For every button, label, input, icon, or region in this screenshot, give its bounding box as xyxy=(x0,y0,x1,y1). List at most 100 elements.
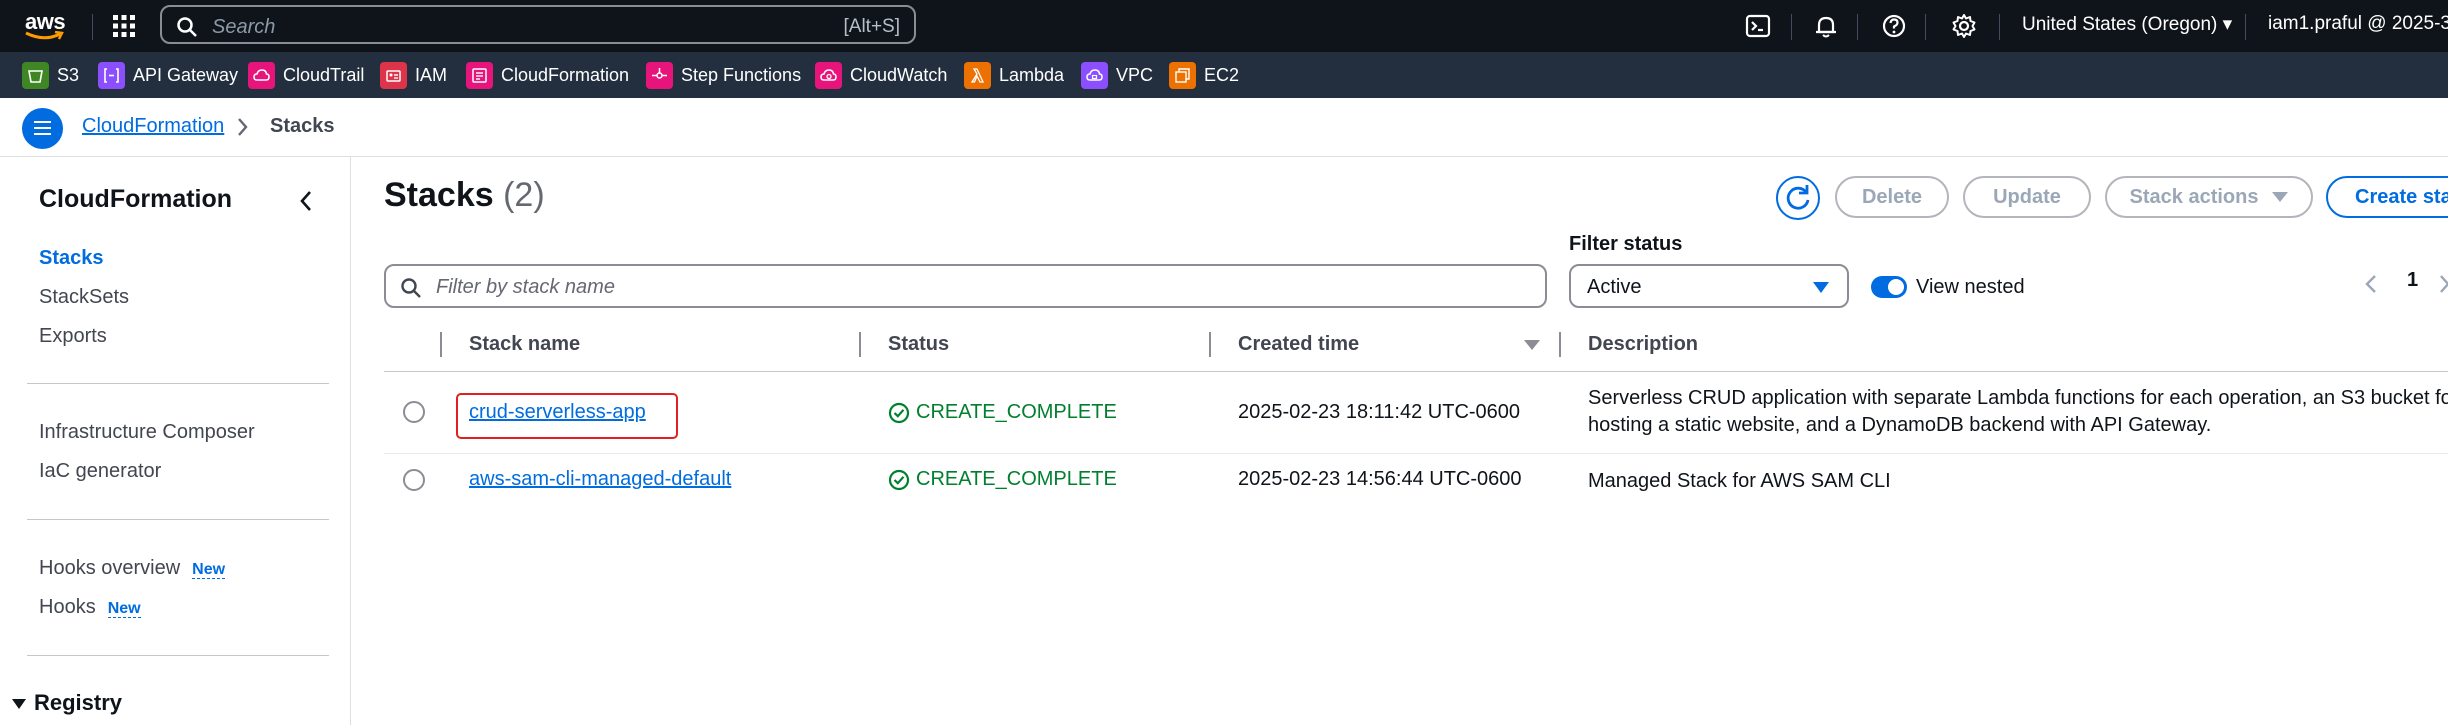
column-header-description[interactable]: Description xyxy=(1588,333,1698,356)
description: Serverless CRUD application with separat… xyxy=(1588,385,2448,439)
stack-actions-button[interactable]: Stack actions xyxy=(2105,176,2313,218)
favorite-api-gateway[interactable]: API Gateway xyxy=(98,60,238,90)
sidebar-item-exports[interactable]: Exports xyxy=(39,325,107,348)
favorite-label: VPC xyxy=(1116,64,1154,85)
status-text: CREATE_COMPLETE xyxy=(916,401,1117,423)
nav-divider xyxy=(1791,14,1792,40)
lambda-icon xyxy=(964,61,991,89)
favorite-label: CloudFormation xyxy=(501,64,630,85)
filter-status-label: Filter status xyxy=(1569,233,1683,255)
view-nested-label: View nested xyxy=(1916,276,2025,298)
refresh-button[interactable] xyxy=(1776,176,1820,220)
registry-label: Registry xyxy=(34,690,123,715)
column-divider xyxy=(1559,332,1561,357)
filter-status-value: Active xyxy=(1587,276,1642,298)
stack-name-link[interactable]: aws-sam-cli-managed-default xyxy=(469,468,731,491)
column-header-stack-name[interactable]: Stack name xyxy=(469,333,580,356)
s3-icon xyxy=(22,61,49,89)
favorite-cloudtrail[interactable]: CloudTrail xyxy=(248,60,364,90)
table-header-border xyxy=(384,371,2448,372)
aws-logo[interactable]: aws xyxy=(22,8,68,42)
filter-by-stack-name-input[interactable]: Filter by stack name xyxy=(384,264,1547,308)
favorite-lambda[interactable]: Lambda xyxy=(964,60,1064,90)
sidebar-item-stacksets[interactable]: StackSets xyxy=(39,286,129,309)
column-header-created-time[interactable]: Created time xyxy=(1238,333,1359,356)
side-nav-title: CloudFormation xyxy=(39,185,233,213)
sidebar-item-label: Hooks overview xyxy=(39,557,181,579)
column-divider xyxy=(1209,332,1211,357)
favorite-ec2[interactable]: EC2 xyxy=(1169,60,1239,90)
sidebar-item-hooks[interactable]: Hooks New xyxy=(39,596,141,619)
favorite-label: Lambda xyxy=(999,64,1065,85)
caret-down-icon xyxy=(2272,192,2289,202)
chevron-left-icon[interactable] xyxy=(298,189,314,213)
sidebar-item-iac-generator[interactable]: IaC generator xyxy=(39,460,161,483)
sidebar-item-stacks[interactable]: Stacks xyxy=(39,247,104,270)
breadcrumb-cloudformation-link[interactable]: CloudFormation xyxy=(82,115,224,138)
cloudshell-icon[interactable] xyxy=(1744,12,1772,40)
favorite-cloudwatch[interactable]: CloudWatch xyxy=(815,60,947,90)
sidebar-item-infrastructure-composer[interactable]: Infrastructure Composer xyxy=(39,421,255,444)
favorites-bar: S3 API Gateway CloudTrail IAM CloudForma… xyxy=(0,52,2448,98)
sidebar-item-hooks-overview[interactable]: Hooks overview New xyxy=(39,557,226,580)
api-gateway-icon xyxy=(98,61,125,89)
update-button[interactable]: Update xyxy=(1963,176,2091,218)
favorite-s3[interactable]: S3 xyxy=(22,60,79,90)
favorite-iam[interactable]: IAM xyxy=(380,60,447,90)
top-navigation: aws Search [Alt+S] United States (Oregon… xyxy=(0,0,2448,52)
favorite-vpc[interactable]: VPC xyxy=(1081,60,1153,90)
column-divider xyxy=(859,332,861,357)
help-icon[interactable] xyxy=(1880,12,1908,40)
stack-actions-label: Stack actions xyxy=(2129,185,2259,208)
divider xyxy=(27,519,329,520)
notifications-bell-icon[interactable] xyxy=(1812,12,1840,40)
update-button-label: Update xyxy=(1993,185,2061,208)
nav-divider xyxy=(1925,14,1926,40)
sidebar-section-registry[interactable]: Registry xyxy=(12,690,122,716)
favorite-step-functions[interactable]: Step Functions xyxy=(646,60,801,90)
created-time: 2025-02-23 18:11:42 UTC-0600 xyxy=(1238,401,1521,423)
create-stack-label: Create stack xyxy=(2355,186,2448,208)
chevron-right-icon[interactable] xyxy=(2440,273,2448,295)
page-title: Stacks (2) xyxy=(384,176,545,215)
global-search-input[interactable]: Search [Alt+S] xyxy=(160,5,916,44)
filter-status-select[interactable]: Active xyxy=(1569,264,1849,308)
description-line: hosting a static website, and a DynamoDB… xyxy=(1588,414,2212,436)
divider xyxy=(27,383,329,384)
favorite-label: S3 xyxy=(57,64,80,85)
new-badge: New xyxy=(192,561,226,579)
vpc-icon xyxy=(1081,61,1108,89)
row-select-radio[interactable] xyxy=(403,469,425,491)
column-header-status[interactable]: Status xyxy=(888,333,949,356)
cloudtrail-icon xyxy=(248,61,275,89)
side-nav-toggle-button[interactable] xyxy=(22,108,63,149)
account-menu[interactable]: iam1.praful @ 2025-33 xyxy=(2268,13,2448,35)
services-grid-icon[interactable] xyxy=(112,14,136,38)
row-select-radio[interactable] xyxy=(403,401,425,423)
pagination-page-1[interactable]: 1 xyxy=(2407,269,2418,292)
column-divider xyxy=(440,332,442,357)
description-line: Managed Stack for AWS SAM CLI xyxy=(1588,470,1891,492)
delete-button-label: Delete xyxy=(1861,185,1923,208)
settings-gear-icon[interactable] xyxy=(1950,12,1978,40)
create-stack-button[interactable]: Create stack xyxy=(2326,176,2448,218)
favorite-label: EC2 xyxy=(1204,64,1240,85)
view-nested-toggle[interactable] xyxy=(1871,276,1907,298)
divider xyxy=(27,655,329,656)
nav-divider xyxy=(2245,14,2246,40)
status-badge: CREATE_COMPLETE xyxy=(888,401,1117,424)
aws-smile-icon xyxy=(25,31,64,40)
toggle-knob xyxy=(1888,279,1904,295)
row-divider xyxy=(384,453,2448,454)
chevron-left-icon[interactable] xyxy=(2364,273,2378,295)
search-icon xyxy=(401,278,421,298)
stack-name-link[interactable]: crud-serverless-app xyxy=(469,401,646,424)
favorite-label: CloudWatch xyxy=(850,64,948,85)
delete-button[interactable]: Delete xyxy=(1835,176,1949,218)
cloudformation-icon xyxy=(466,61,493,89)
region-selector[interactable]: United States (Oregon) ▾ xyxy=(2022,13,2232,36)
sort-descending-icon[interactable] xyxy=(1524,339,1540,351)
status-text: CREATE_COMPLETE xyxy=(916,468,1117,490)
caret-down-icon xyxy=(1813,282,1829,293)
favorite-cloudformation[interactable]: CloudFormation xyxy=(466,60,629,90)
